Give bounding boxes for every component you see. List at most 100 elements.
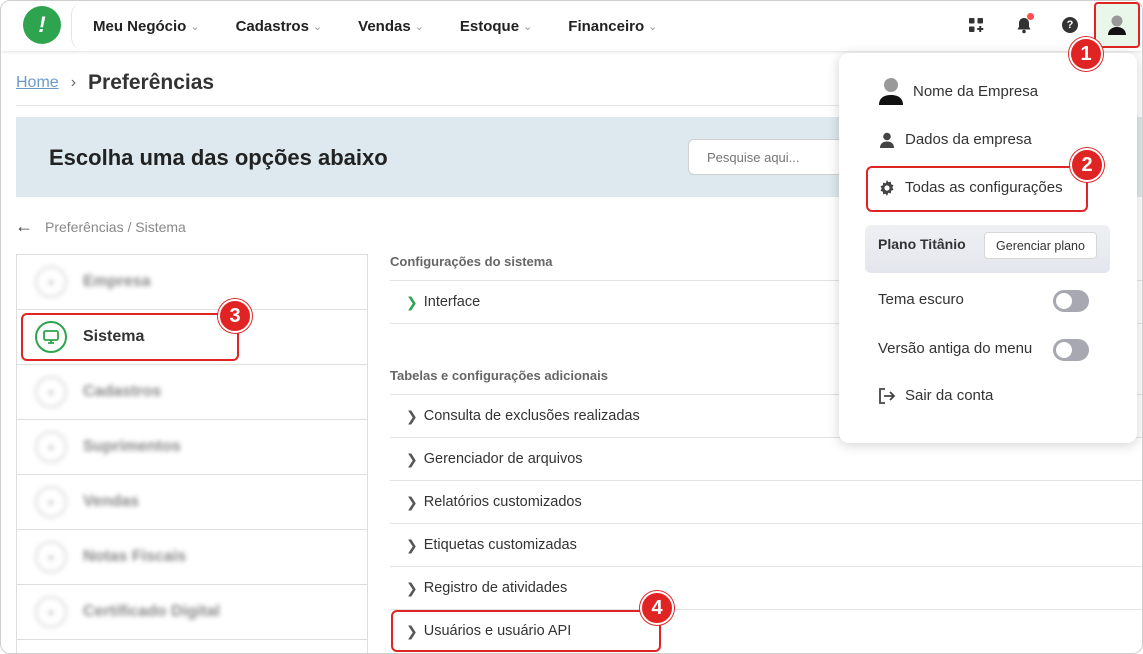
- certificate-icon: ●: [35, 596, 67, 628]
- config-row-custom-labels[interactable]: ❯ Etiquetas customizadas: [390, 523, 1142, 566]
- row-label: Relatórios customizados: [423, 494, 582, 510]
- chevron-down-icon: ⌄: [523, 20, 533, 33]
- user-avatar-icon: [877, 77, 905, 105]
- search-input[interactable]: [688, 139, 858, 175]
- page-title: Preferências: [88, 71, 215, 94]
- sidebar-item-label: Certificado Digital: [83, 603, 220, 620]
- sidebar-item-label: Cadastros: [83, 383, 162, 400]
- sidebar-item-suprimentos[interactable]: ● Suprimentos: [17, 420, 367, 475]
- supplies-icon: ●: [35, 431, 67, 463]
- dark-theme-toggle[interactable]: [1053, 290, 1089, 312]
- dropdown-item-label: Sair da conta: [905, 387, 994, 404]
- breadcrumb-divider: [16, 105, 841, 106]
- sidebar-item-label: Suprimentos: [83, 438, 181, 455]
- sidebar-item-cadastros[interactable]: ● Cadastros: [17, 365, 367, 420]
- invoice-icon: ●: [35, 541, 67, 573]
- sidebar-item-label: Notas Fiscais: [83, 548, 187, 565]
- logo-divider: [71, 1, 85, 51]
- dropdown-dark-theme: Tema escuro: [878, 291, 964, 308]
- logo-glyph: !: [38, 12, 46, 37]
- section-title-additional-tables: Tabelas e configurações adicionais: [390, 368, 608, 383]
- back-path-label: Preferências / Sistema: [45, 218, 186, 235]
- logout-icon: [877, 387, 897, 404]
- user-avatar-icon: [1108, 15, 1126, 35]
- notification-bell-icon[interactable]: [1012, 13, 1036, 37]
- config-row-activity-log[interactable]: ❯ Registro de atividades: [390, 566, 1142, 609]
- dropdown-company-data[interactable]: Dados da empresa: [877, 131, 1032, 148]
- chevron-right-icon: ❯: [406, 579, 418, 596]
- chevron-down-icon: ⌄: [190, 20, 200, 33]
- sidebar-item-empresa[interactable]: ● Empresa: [17, 255, 367, 310]
- chevron-right-icon: ›: [70, 74, 77, 91]
- main-menu: Meu Negócio ⌄ Cadastros ⌄ Vendas ⌄ Estoque ⌄…: [93, 1, 693, 51]
- section-title-system-config: Configurações do sistema: [390, 254, 553, 269]
- notification-dot: [1027, 13, 1034, 20]
- dropdown-logout[interactable]: Sair da conta: [877, 387, 993, 404]
- highlight-box-users-api: [391, 610, 661, 652]
- apps-grid-icon[interactable]: [964, 13, 988, 37]
- chevron-right-icon: ❯: [406, 450, 418, 467]
- step-badge-4: 4: [640, 591, 674, 625]
- config-row-file-manager[interactable]: ❯ Gerenciador de arquivos: [390, 437, 1142, 480]
- chevron-down-icon: ⌄: [414, 20, 424, 33]
- menu-cadastros[interactable]: Cadastros ⌄: [236, 18, 323, 35]
- chevron-down-icon: ⌄: [312, 20, 323, 33]
- breadcrumb-home-link[interactable]: Home: [16, 74, 59, 92]
- dark-theme-label: Tema escuro: [878, 291, 964, 308]
- sidebar-item-certificado-digital[interactable]: ● Certificado Digital: [17, 585, 367, 640]
- chevron-right-icon: ❯: [406, 293, 418, 310]
- sidebar-item-notas-fiscais[interactable]: ● Notas Fiscais: [17, 530, 367, 585]
- step-badge-1: 1: [1069, 37, 1103, 71]
- menu-vendas[interactable]: Vendas ⌄: [358, 18, 424, 35]
- company-icon: ●: [35, 266, 67, 298]
- help-glyph: ?: [1062, 17, 1078, 33]
- menu-label: Vendas: [358, 17, 411, 35]
- dropdown-company-name: Nome da Empresa: [877, 77, 1038, 105]
- row-label: Interface: [423, 294, 481, 310]
- dropdown-item-label: Dados da empresa: [905, 131, 1032, 148]
- sidebar-item-label: Empresa: [83, 273, 151, 290]
- person-icon: [877, 132, 897, 148]
- sales-icon: ●: [35, 486, 67, 518]
- back-navigation[interactable]: ← Preferências / Sistema: [15, 216, 186, 237]
- chevron-right-icon: ❯: [406, 493, 418, 510]
- sidebar-item-label: Vendas: [83, 493, 140, 510]
- menu-label: Cadastros: [235, 17, 309, 35]
- step-badge-2: 2: [1070, 148, 1104, 182]
- chevron-down-icon: ⌄: [648, 20, 658, 33]
- highlight-box-all-settings: [866, 166, 1088, 212]
- plan-box: Plano Titânio Gerenciar plano: [865, 225, 1110, 273]
- menu-meu-negocio[interactable]: Meu Negócio ⌄: [93, 18, 200, 35]
- sidebar-item-vendas[interactable]: ● Vendas: [17, 475, 367, 530]
- breadcrumb: Home › Preferências: [16, 71, 214, 95]
- old-menu-label: Versão antiga do menu: [878, 340, 1033, 357]
- menu-estoque[interactable]: Estoque ⌄: [460, 18, 532, 35]
- arrow-left-icon[interactable]: ←: [15, 216, 33, 237]
- menu-label: Meu Negócio: [93, 17, 187, 35]
- highlight-box-sistema: [21, 313, 239, 361]
- row-label: Gerenciador de arquivos: [423, 451, 583, 467]
- row-label: Registro de atividades: [423, 580, 568, 596]
- top-navigation: ! Meu Negócio ⌄ Cadastros ⌄ Vendas ⌄ Estoqu…: [1, 1, 1142, 51]
- row-label: Consulta de exclusões realizadas: [423, 408, 640, 424]
- banner-title: Escolha uma das opções abaixo: [49, 145, 388, 170]
- plan-name: Plano Titânio: [878, 236, 966, 252]
- app-window: ! Meu Negócio ⌄ Cadastros ⌄ Vendas ⌄ Estoqu…: [0, 0, 1143, 654]
- menu-label: Estoque: [459, 17, 520, 35]
- config-row-custom-reports[interactable]: ❯ Relatórios customizados: [390, 480, 1142, 523]
- brand-logo[interactable]: !: [23, 6, 61, 44]
- chevron-right-icon: ❯: [406, 536, 418, 553]
- records-icon: ●: [35, 376, 67, 408]
- dropdown-old-menu: Versão antiga do menu: [878, 340, 1032, 357]
- manage-plan-button[interactable]: Gerenciar plano: [984, 232, 1097, 259]
- menu-financeiro[interactable]: Financeiro ⌄: [568, 18, 657, 35]
- menu-label: Financeiro: [568, 17, 645, 35]
- old-menu-toggle[interactable]: [1053, 339, 1089, 361]
- step-badge-3: 3: [218, 299, 252, 333]
- user-dropdown-menu: Nome da Empresa Dados da empresa Todas a…: [839, 53, 1137, 443]
- user-avatar-button[interactable]: [1094, 2, 1140, 48]
- chevron-right-icon: ❯: [406, 407, 418, 424]
- help-icon[interactable]: ?: [1058, 13, 1082, 37]
- company-name-label: Nome da Empresa: [913, 82, 1039, 100]
- row-label: Etiquetas customizadas: [423, 537, 577, 553]
